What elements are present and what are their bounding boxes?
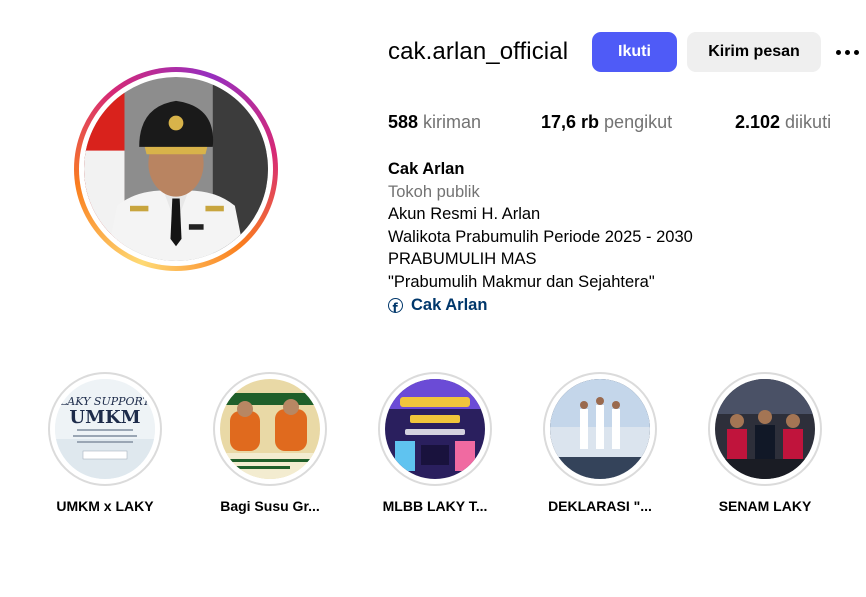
highlight-cover	[715, 379, 815, 479]
highlight-label: DEKLARASI "...	[548, 498, 652, 514]
profile-category: Tokoh publik	[388, 182, 480, 201]
highlight-label: SENAM LAKY	[718, 498, 812, 514]
highlight-mlbb[interactable]: MLBB LAKY T...	[367, 372, 503, 514]
followers-label: pengikut	[604, 112, 673, 132]
highlight-senam[interactable]: SENAM LAKY	[697, 372, 833, 514]
highlight-label: MLBB LAKY T...	[382, 498, 488, 514]
followers-count[interactable]: 17,6 rb pengikut	[541, 112, 672, 133]
bio-line: PRABUMULIH MAS	[388, 250, 537, 268]
follow-button[interactable]: Ikuti	[592, 32, 677, 72]
highlight-label: UMKM x LAKY	[56, 498, 154, 514]
following-value: 2.102	[735, 112, 781, 132]
highlight-cover: LAKY SUPPORT UMKM	[55, 379, 155, 479]
facebook-link-label: Cak Arlan	[411, 296, 488, 314]
highlight-cover	[220, 379, 320, 479]
highlight-cover	[385, 379, 485, 479]
highlight-umkm[interactable]: LAKY SUPPORT UMKM UMKM x LAKY	[37, 372, 173, 514]
highlight-ring	[213, 372, 327, 486]
followers-value: 17,6 rb	[541, 112, 600, 132]
avatar-inner	[79, 72, 273, 266]
highlight-label: Bagi Susu Gr...	[220, 498, 320, 514]
posts-count: 588 kiriman	[388, 112, 481, 133]
avatar-photo	[84, 77, 268, 261]
bio-line: "Prabumulih Makmur dan Sejahtera"	[388, 272, 655, 291]
highlight-deklarasi[interactable]: DEKLARASI "...	[532, 372, 668, 514]
highlight-cover	[550, 379, 650, 479]
facebook-link[interactable]: Cak Arlan	[388, 294, 693, 319]
posts-label: kiriman	[423, 112, 482, 132]
highlight-ring	[543, 372, 657, 486]
posts-value: 588	[388, 112, 419, 132]
highlight-ring	[708, 372, 822, 486]
following-count[interactable]: 2.102 diikuti	[735, 112, 831, 133]
profile-bio: Cak Arlan Tokoh publik Akun Resmi H. Arl…	[388, 158, 693, 319]
bio-line: Akun Resmi H. Arlan	[388, 205, 541, 223]
highlight-cover-text-main: UMKM	[69, 407, 140, 428]
bio-line: Walikota Prabumulih Periode 2025 - 2030	[388, 227, 693, 246]
profile-display-name: Cak Arlan	[388, 160, 465, 178]
highlight-bagi-susu[interactable]: Bagi Susu Gr...	[202, 372, 338, 514]
profile-username: cak.arlan_official	[388, 38, 569, 65]
highlight-ring: LAKY SUPPORT UMKM	[48, 372, 162, 486]
facebook-icon	[388, 297, 403, 319]
more-options-icon[interactable]	[836, 43, 866, 61]
following-label: diikuti	[785, 112, 832, 132]
highlight-ring	[378, 372, 492, 486]
send-message-button[interactable]: Kirim pesan	[687, 32, 821, 72]
profile-avatar[interactable]	[74, 67, 278, 271]
